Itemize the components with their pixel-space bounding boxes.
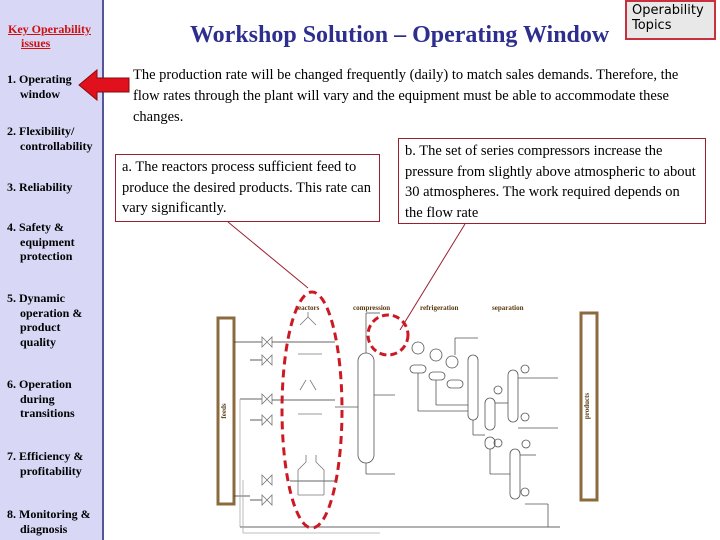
sidebar-item-label: 3. Reliability bbox=[7, 180, 73, 194]
operability-topics-button[interactable]: Operability Topics bbox=[625, 0, 716, 40]
callout-compressors: b. The set of series compressors increas… bbox=[398, 138, 706, 224]
section-label-separation: separation bbox=[492, 304, 524, 312]
callout-b-leader-line bbox=[399, 223, 466, 331]
separation-columns bbox=[484, 364, 558, 527]
sidebar-item-flexibility[interactable]: 2. Flexibility/ controllability bbox=[7, 124, 102, 153]
sidebar-item-transitions[interactable]: 6. Operation during transitions bbox=[7, 377, 102, 421]
section-label-compression: compression bbox=[353, 304, 390, 312]
intro-paragraph: The production rate will be changed freq… bbox=[133, 67, 679, 125]
callout-reactors: a. The reactors process sufficient feed … bbox=[115, 154, 380, 222]
feeds-box bbox=[216, 316, 236, 506]
sidebar-item-safety[interactable]: 4. Safety & equipment protection bbox=[7, 220, 102, 264]
callout-a-leader-line bbox=[227, 221, 309, 289]
sidebar-item-label: during bbox=[20, 391, 55, 406]
sidebar-item-monitoring[interactable]: 8. Monitoring & diagnosis bbox=[7, 507, 102, 536]
feeds-label: feeds bbox=[220, 403, 228, 418]
feed-valves bbox=[234, 336, 560, 534]
products-box bbox=[579, 311, 599, 502]
sidebar-item-label: diagnosis bbox=[20, 521, 68, 536]
sidebar-item-label: 5. Dynamic bbox=[7, 291, 65, 305]
section-label-reactors: reactors bbox=[295, 304, 320, 312]
compressors-highlight bbox=[366, 313, 410, 357]
sidebar-item-label: 6. Operation bbox=[7, 377, 72, 391]
sidebar-item-label: product bbox=[20, 320, 61, 334]
sidebar-item-label: controllability bbox=[20, 138, 93, 153]
reactors-highlight bbox=[280, 290, 344, 530]
refrigeration-units bbox=[409, 337, 485, 436]
sidebar-item-reliability[interactable]: 3. Reliability bbox=[7, 180, 102, 195]
sidebar-item-label: equipment bbox=[20, 234, 75, 249]
sidebar-title[interactable]: Key Operability issues bbox=[8, 22, 100, 50]
compression-column bbox=[335, 312, 395, 475]
topics-button-line1: Operability bbox=[632, 3, 704, 18]
topics-button-line2: Topics bbox=[632, 18, 672, 33]
sidebar-item-label: operation & bbox=[20, 305, 83, 320]
sidebar-item-label: 4. Safety & bbox=[7, 220, 64, 234]
sidebar-item-label: 2. Flexibility/ bbox=[7, 124, 75, 138]
sidebar-item-label: transitions bbox=[20, 406, 75, 420]
active-item-arrow-icon bbox=[78, 68, 130, 102]
sidebar-title-line1: Key Operability bbox=[8, 22, 91, 36]
sidebar-item-label: 1. Operating bbox=[7, 72, 72, 86]
sidebar-item-label: profitability bbox=[20, 463, 82, 478]
page-title: Workshop Solution – Operating Window bbox=[190, 22, 610, 48]
products-label: products bbox=[583, 393, 591, 420]
sidebar-item-label: 7. Efficiency & bbox=[7, 449, 84, 463]
reactors bbox=[297, 312, 325, 496]
sidebar-item-label: protection bbox=[20, 249, 73, 263]
section-label-refrigeration: refrigeration bbox=[420, 304, 458, 312]
sidebar-item-dynamic-operation[interactable]: 5. Dynamic operation & product quality bbox=[7, 291, 102, 349]
sidebar-title-line2: issues bbox=[21, 36, 51, 50]
sidebar-item-efficiency[interactable]: 7. Efficiency & profitability bbox=[7, 449, 102, 478]
sidebar-item-label: 8. Monitoring & bbox=[7, 507, 91, 521]
sidebar-item-label: quality bbox=[20, 334, 57, 349]
